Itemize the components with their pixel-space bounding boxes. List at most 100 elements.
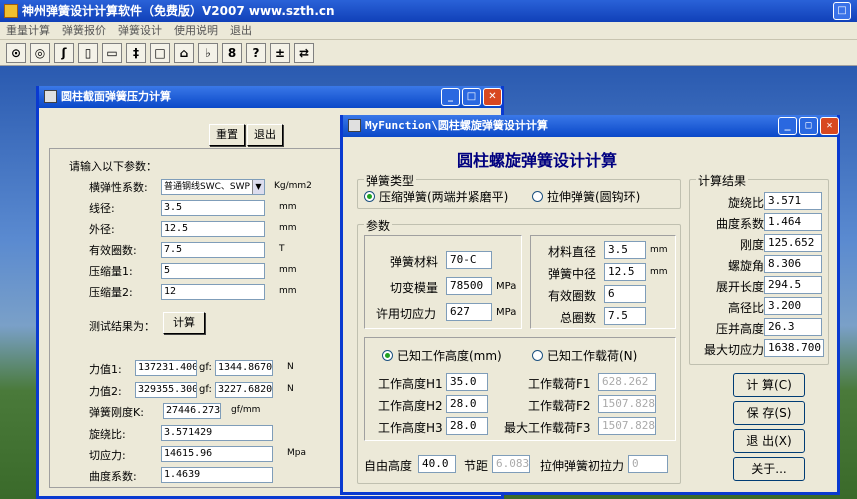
known-height-radio[interactable]: 已知工作高度(mm) — [382, 347, 502, 364]
result-value-3[interactable]: 8.306 — [764, 255, 822, 273]
chain-icon[interactable]: 8 — [222, 43, 242, 63]
pressure-calc-title-bar: 圆柱截面弹簧压力计算 _ □ ✕ — [39, 86, 502, 108]
shear-stress-input[interactable]: 14615.96 — [161, 446, 273, 462]
force1-label: 力值1: — [89, 363, 122, 376]
extension-radio[interactable]: 拉伸弹簧(圆钩环) — [532, 188, 640, 205]
compress2-input[interactable]: 12 — [161, 284, 265, 300]
shear-coef-label: 横弹性系数: — [89, 181, 148, 194]
exit-button[interactable]: 退 出(X) — [733, 429, 805, 453]
torsion-icon[interactable]: ‡ — [126, 43, 146, 63]
spring-design-window: MyFunction\圆柱螺旋弹簧设计计算 _ □ ✕ 圆柱螺旋弹簧设计计算 弹… — [340, 115, 840, 495]
total-coils-input[interactable]: 7.5 — [604, 307, 646, 325]
force2-unit: N — [287, 384, 294, 394]
shear-stress-unit: Mpa — [287, 448, 306, 458]
menu-item-weight[interactable]: 重量计算 — [0, 22, 56, 40]
active-coils-unit: T — [279, 244, 285, 254]
force1-n-input[interactable]: 137231.400 — [135, 360, 197, 376]
help-icon[interactable]: ? — [246, 43, 266, 63]
reset-button[interactable]: 重置 — [209, 124, 245, 146]
force1-gf-label: gf: — [199, 362, 212, 373]
shear-modulus-input[interactable]: 78500 — [446, 277, 492, 295]
active-coils-input[interactable]: 7.5 — [161, 242, 265, 258]
menu-item-help[interactable]: 使用说明 — [168, 22, 224, 40]
wire-dia-input[interactable]: 3.5 — [604, 241, 646, 259]
wire-icon[interactable]: ♭ — [198, 43, 218, 63]
result-value-1[interactable]: 1.464 — [764, 213, 822, 231]
allow-stress-input[interactable]: 627 — [446, 303, 492, 321]
material-input[interactable]: 70-C — [446, 251, 492, 269]
f1-input[interactable]: 628.262 — [598, 373, 656, 391]
about-button[interactable]: 关于... — [733, 457, 805, 481]
known-load-radio[interactable]: 已知工作载荷(N) — [532, 347, 637, 364]
result-value-0[interactable]: 3.571 — [764, 192, 822, 210]
minimize-button[interactable]: _ — [441, 88, 460, 106]
h3-label: 工作高度H3 — [378, 421, 443, 435]
outer-dia-input[interactable]: 12.5 — [161, 221, 265, 237]
flat-bar-icon[interactable]: ▭ — [102, 43, 122, 63]
wire-dia-label: 线径: — [89, 202, 115, 215]
minimize-button[interactable]: _ — [778, 117, 797, 135]
menu-item-design[interactable]: 弹簧设计 — [112, 22, 168, 40]
result-group-title: 计算结果 — [696, 172, 749, 189]
menu-item-exit[interactable]: 退出 — [224, 22, 258, 40]
ring-icon[interactable]: ◎ — [30, 43, 50, 63]
result-value-2[interactable]: 125.652 — [764, 234, 822, 252]
pitch-input[interactable]: 6.083 — [492, 455, 530, 473]
h1-input[interactable]: 35.0 — [446, 373, 488, 391]
frame-icon[interactable]: □ — [150, 43, 170, 63]
coil-circle-icon[interactable]: ⊙ — [6, 43, 26, 63]
spring-s-icon[interactable]: ʃ — [54, 43, 74, 63]
close-button[interactable]: ✕ — [483, 88, 502, 106]
force2-n-input[interactable]: 329355.300 — [135, 382, 197, 398]
force1-unit: N — [287, 362, 294, 372]
shear-modulus-unit: MPa — [496, 281, 517, 292]
bar-icon[interactable]: ▯ — [78, 43, 98, 63]
plus-minus-icon[interactable]: ± — [270, 43, 290, 63]
result-value-7[interactable]: 1638.700 — [764, 339, 824, 357]
stiffness-input[interactable]: 27446.2734 — [163, 403, 221, 419]
close-button[interactable]: ✕ — [820, 117, 839, 135]
maximize-button[interactable]: □ — [462, 88, 481, 106]
h3-input[interactable]: 28.0 — [446, 417, 488, 435]
outer-dia-unit: mm — [279, 223, 297, 233]
mean-dia-input[interactable]: 12.5 — [604, 263, 646, 281]
force2-label: 力值2: — [89, 385, 122, 398]
result-value-6[interactable]: 26.3 — [764, 318, 822, 336]
compress1-input[interactable]: 5 — [161, 263, 265, 279]
radio-unchecked-icon — [532, 350, 543, 361]
allow-stress-label: 许用切应力 — [376, 307, 437, 321]
calculate-button[interactable]: 计算 — [163, 312, 205, 334]
menu-item-quote[interactable]: 弹簧报价 — [56, 22, 112, 40]
shear-coef-select[interactable]: 普通钢线SWC、SWP ▼ — [161, 179, 265, 195]
free-height-input[interactable]: 40.0 — [418, 455, 456, 473]
app-maximize-button[interactable]: □ — [833, 2, 851, 20]
radio-checked-icon — [364, 191, 375, 202]
exit-button[interactable]: 退出 — [247, 124, 283, 146]
maximize-button[interactable]: □ — [799, 117, 818, 135]
total-coils-label: 总圈数 — [560, 311, 597, 325]
result-value-4[interactable]: 294.5 — [764, 276, 822, 294]
wire-dia-input[interactable]: 3.5 — [161, 200, 265, 216]
f3-label: 最大工作载荷F3 — [504, 421, 591, 435]
calculate-button[interactable]: 计 算(C) — [733, 373, 805, 397]
compression-radio[interactable]: 压缩弹簧(两端并紧磨平) — [364, 188, 508, 205]
stiffness-unit: gf/mm — [231, 405, 261, 415]
force1-kg-input[interactable]: 1344.8670 — [215, 360, 273, 376]
arch-icon[interactable]: ⌂ — [174, 43, 194, 63]
result-value-5[interactable]: 3.200 — [764, 297, 822, 315]
force2-kg-input[interactable]: 3227.6820 — [215, 382, 273, 398]
allow-stress-unit: MPa — [496, 307, 517, 318]
init-tension-input[interactable]: 0 — [628, 455, 668, 473]
curvature-input[interactable]: 1.4639 — [161, 467, 273, 483]
result-label-4: 展开长度 — [715, 280, 764, 294]
swap-icon[interactable]: ⇄ — [294, 43, 314, 63]
active-coils-input[interactable]: 6 — [604, 285, 646, 303]
f3-input[interactable]: 1507.828 — [598, 417, 656, 435]
wire-dia-label: 材料直径 — [548, 245, 597, 259]
chevron-down-icon[interactable]: ▼ — [252, 180, 264, 194]
save-button[interactable]: 保 存(S) — [733, 401, 805, 425]
spring-index-input[interactable]: 3.571429 — [161, 425, 273, 441]
h2-input[interactable]: 28.0 — [446, 395, 488, 413]
spring-type-group-title: 弹簧类型 — [364, 172, 417, 189]
f2-input[interactable]: 1507.828 — [598, 395, 656, 413]
